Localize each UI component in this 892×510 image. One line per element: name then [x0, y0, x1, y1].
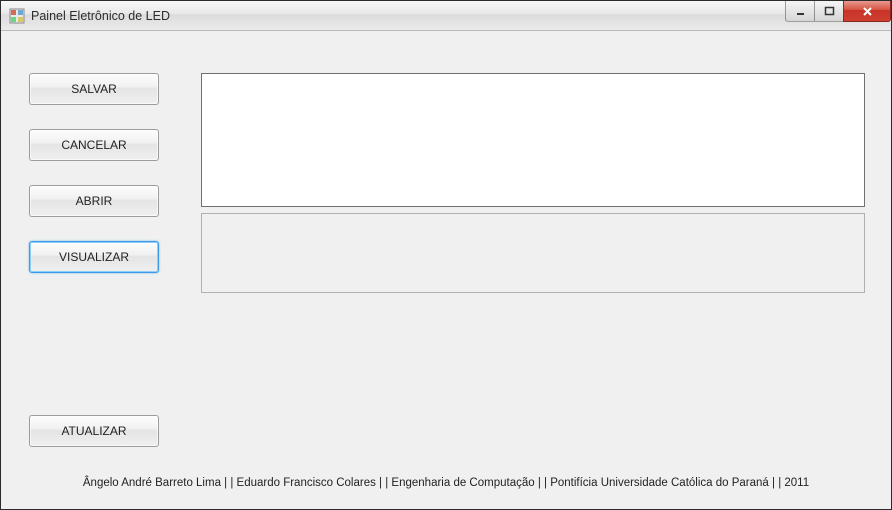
close-button[interactable]	[843, 1, 891, 22]
update-button[interactable]: ATUALIZAR	[29, 415, 159, 447]
window-controls	[786, 1, 891, 22]
app-window: Painel Eletrônico de LED SALVAR CANCELAR…	[0, 0, 892, 510]
titlebar[interactable]: Painel Eletrônico de LED	[1, 1, 891, 31]
window-title: Painel Eletrônico de LED	[31, 9, 170, 23]
cancel-button[interactable]: CANCELAR	[29, 129, 159, 161]
message-input[interactable]	[201, 73, 865, 207]
app-icon	[9, 8, 25, 24]
button-column: SALVAR CANCELAR ABRIR VISUALIZAR	[29, 73, 159, 273]
visualize-button[interactable]: VISUALIZAR	[29, 241, 159, 273]
client-area: SALVAR CANCELAR ABRIR VISUALIZAR ATUALIZ…	[1, 31, 891, 509]
footer-credits: Ângelo André Barreto Lima | | Eduardo Fr…	[1, 477, 891, 489]
save-button[interactable]: SALVAR	[29, 73, 159, 105]
open-button[interactable]: ABRIR	[29, 185, 159, 217]
preview-panel	[201, 213, 865, 293]
minimize-button[interactable]	[785, 1, 815, 22]
maximize-button[interactable]	[814, 1, 844, 22]
